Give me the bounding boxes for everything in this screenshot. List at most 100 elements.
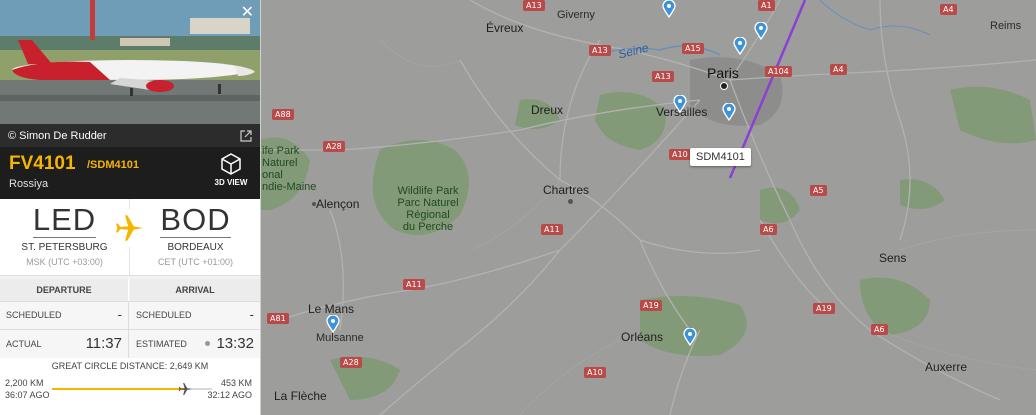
- estimated-label: ESTIMATED: [136, 339, 187, 349]
- arr-scheduled-cell: SCHEDULED -: [130, 302, 260, 329]
- park-left-line1: Naturel: [262, 157, 298, 169]
- time-ago: 36:07 AGO: [5, 390, 50, 400]
- dep-scheduled-cell: SCHEDULED -: [0, 302, 129, 329]
- road-shield: A11: [403, 279, 425, 290]
- city-auxerre: Auxerre: [925, 360, 968, 374]
- aircraft-photo[interactable]: ✕: [0, 0, 260, 124]
- city-alencon: Alençon: [316, 197, 360, 211]
- destination-airport[interactable]: BOD BORDEAUX CET (UTC +01:00): [131, 199, 260, 267]
- airport-pin-icon[interactable]: [733, 37, 747, 55]
- city-mulsanne: Mulsanne: [316, 332, 364, 344]
- road-shield: A28: [323, 141, 345, 152]
- road-shield: A5: [810, 185, 827, 196]
- scheduled-row: SCHEDULED - SCHEDULED -: [0, 301, 260, 329]
- road-shield: A4: [830, 64, 847, 75]
- progress-plane-icon: [178, 383, 192, 395]
- road-shield: A6: [871, 324, 888, 335]
- road-shield: A28: [340, 357, 362, 368]
- road-shield: A6: [760, 224, 777, 235]
- dep-scheduled-value: -: [117, 307, 122, 322]
- 3d-view-button[interactable]: 3D VIEW: [211, 152, 251, 187]
- alencon-dot: [312, 202, 316, 206]
- actual-row: ACTUAL 11:37 ESTIMATED 13:32: [0, 329, 260, 358]
- dep-scheduled-label: SCHEDULED: [6, 310, 62, 320]
- airport-pin-icon[interactable]: [683, 328, 697, 346]
- destination-city: BORDEAUX: [167, 242, 224, 253]
- distance-section: GREAT CIRCLE DISTANCE: 2,649 KM 2,200 KM…: [0, 358, 260, 415]
- road-shield: A4: [940, 4, 957, 15]
- park-perche: Wildlife Park Parc Naturel Régional du P…: [383, 185, 473, 233]
- airport-pin-icon[interactable]: [754, 22, 768, 40]
- road-shield: A10: [584, 367, 606, 378]
- departure-header: DEPARTURE: [0, 279, 129, 301]
- aircraft-photo-image: [0, 0, 260, 124]
- arrival-header: ARRIVAL: [130, 279, 260, 301]
- airport-pin-icon[interactable]: [673, 95, 687, 113]
- city-la-fleche: La Flèche: [274, 389, 327, 403]
- flight-number: FV4101: [9, 153, 76, 174]
- flight-callsign: /SDM4101: [87, 159, 139, 171]
- estimated-time: 13:32: [216, 335, 254, 352]
- schedule-headers: DEPARTURE ARRIVAL: [0, 279, 260, 301]
- flight-info-panel: ✕ © Simon De Rudder FV4101 /SDM4101 Ross…: [0, 0, 261, 415]
- destination-timezone: CET (UTC +01:00): [157, 257, 234, 267]
- road-shield: A15: [682, 43, 704, 54]
- road-shield: A81: [267, 313, 289, 324]
- distance-remaining: 453 KM: [220, 378, 252, 388]
- actual-label: ACTUAL: [6, 339, 42, 349]
- park-normandie-maine: ife Park Naturel onal ndie-Maine: [262, 145, 316, 193]
- origin-timezone: MSK (UTC +03:00): [26, 257, 103, 267]
- road-shield: A19: [813, 303, 835, 314]
- dep-actual-cell: ACTUAL 11:37: [0, 330, 129, 358]
- flight-progress-fill: [52, 388, 185, 390]
- distance-flown: 2,200 KM: [5, 378, 44, 388]
- airplane-icon: [116, 215, 144, 241]
- road-shield: A19: [640, 300, 662, 311]
- airport-pin-icon[interactable]: [722, 103, 736, 121]
- flight-header: FV4101 /SDM4101 Rossiya 3D VIEW: [0, 147, 260, 199]
- chartres-dot: [568, 199, 573, 204]
- origin-code[interactable]: LED: [32, 202, 97, 238]
- road-shield: A13: [523, 0, 545, 11]
- external-link-icon[interactable]: [240, 129, 252, 142]
- park-left-line2: onal: [262, 169, 283, 181]
- 3d-view-label: 3D VIEW: [214, 178, 248, 187]
- photo-credit-bar: © Simon De Rudder: [0, 124, 260, 147]
- aircraft-callsign-tag[interactable]: SDM4101: [690, 148, 751, 166]
- park-perche-line1: Parc Naturel: [397, 197, 459, 209]
- actual-time: 11:37: [85, 335, 122, 352]
- road-shield: A11: [541, 224, 563, 235]
- city-dreux: Dreux: [531, 103, 564, 117]
- road-shield: A13: [652, 71, 674, 82]
- city-giverny: Giverny: [557, 9, 595, 21]
- city-sens: Sens: [879, 251, 907, 265]
- time-remaining: 32:12 AGO: [207, 390, 252, 400]
- city-reims: Reims: [990, 20, 1022, 32]
- destination-code[interactable]: BOD: [160, 202, 231, 238]
- close-icon[interactable]: ✕: [241, 5, 254, 21]
- airport-pin-icon[interactable]: [326, 315, 340, 333]
- city-evreux: Évreux: [486, 21, 524, 35]
- arr-scheduled-value: -: [249, 307, 254, 322]
- great-circle-distance: GREAT CIRCLE DISTANCE: 2,649 KM: [51, 361, 209, 371]
- road-shield: A104: [765, 66, 792, 77]
- road-shield: A88: [272, 109, 294, 120]
- route-plane-badge: [110, 209, 148, 247]
- route-section: LED ST. PETERSBURG MSK (UTC +03:00) BOD …: [0, 199, 260, 276]
- airport-pin-icon[interactable]: [662, 0, 676, 18]
- road-shield: A13: [589, 45, 611, 56]
- photo-credit[interactable]: © Simon De Rudder: [8, 130, 107, 142]
- road-shield: A10: [669, 149, 691, 160]
- airline-name[interactable]: Rossiya: [9, 178, 48, 190]
- cube-icon: [221, 153, 241, 175]
- arr-scheduled-label: SCHEDULED: [136, 310, 192, 320]
- park-perche-line3: du Perche: [402, 221, 454, 233]
- paris-dot: [720, 82, 728, 90]
- city-chartres: Chartres: [543, 183, 590, 197]
- park-left-title: ife Park: [262, 145, 300, 157]
- city-le-mans: Le Mans: [308, 302, 355, 316]
- estimated-dot-icon: [205, 341, 210, 346]
- arr-estimated-cell: ESTIMATED 13:32: [130, 330, 260, 358]
- park-left-line3: ndie-Maine: [262, 181, 317, 193]
- city-paris: Paris: [707, 65, 739, 81]
